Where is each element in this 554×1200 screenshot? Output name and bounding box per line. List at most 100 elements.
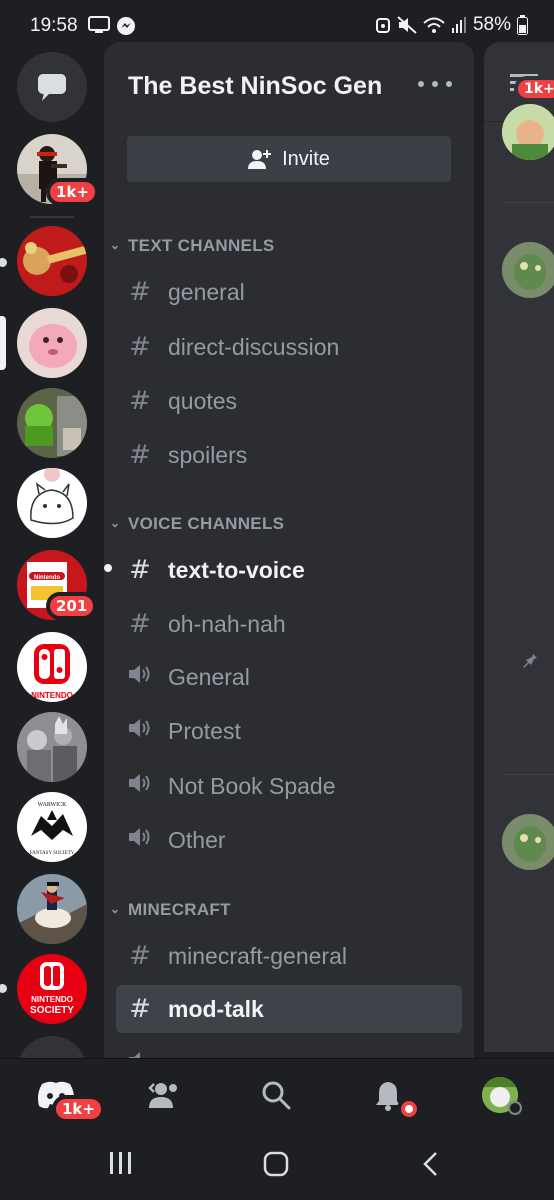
server-icon-napoleon[interactable]	[17, 874, 87, 944]
voice-channel-not-book-spade[interactable]: Not Book Spade	[116, 762, 462, 810]
dm-unread-badge: 1k+	[46, 178, 99, 206]
more-dot-icon	[432, 81, 438, 87]
more-dot-icon	[418, 81, 424, 87]
channel-direct-discussion[interactable]: # direct-discussion	[116, 323, 462, 371]
warwick-bottom-text: FANTASY SOCIETY	[30, 851, 75, 856]
server-menu-button[interactable]	[418, 72, 452, 96]
nav-search[interactable]	[254, 1073, 298, 1117]
selected-server-pill	[0, 316, 6, 370]
wifi-icon	[423, 17, 445, 33]
invite-button[interactable]: Invite	[127, 136, 451, 182]
channel-label: Protest	[168, 717, 241, 744]
channel-oh-nah-nah[interactable]: # oh-nah-nah	[116, 600, 462, 648]
server-unread-badge: 201	[46, 592, 98, 620]
chevron-down-icon: ⌄	[110, 238, 121, 252]
channel-label: direct-discussion	[168, 333, 340, 360]
channel-label: Other	[168, 826, 226, 853]
unread-indicator	[0, 984, 7, 993]
channel-label: quotes	[168, 387, 238, 414]
back-icon[interactable]	[420, 1150, 440, 1178]
channel-text-to-voice[interactable]: # text-to-voice	[116, 546, 462, 594]
server-icon-nintendo-society[interactable]: NINTENDO SOCIETY	[17, 954, 87, 1024]
message-avatar[interactable]	[502, 104, 554, 160]
server-icon-pink-blob[interactable]	[17, 308, 87, 378]
rail-divider	[30, 216, 74, 218]
notification-dot	[397, 1097, 421, 1121]
speaker-icon	[120, 662, 160, 692]
search-icon	[262, 1081, 291, 1110]
category-label: TEXT CHANNELS	[128, 236, 275, 255]
svg-text:NINTENDO: NINTENDO	[31, 995, 73, 1004]
friends-icon	[148, 1083, 177, 1108]
mute-icon	[397, 16, 417, 34]
status-indicator	[508, 1101, 522, 1115]
channel-label: Not Book Spade	[168, 772, 336, 799]
channel-general[interactable]: # general	[116, 268, 462, 316]
voice-channel-general[interactable]: General	[116, 653, 462, 701]
server-icon-red-turtle[interactable]	[17, 226, 87, 296]
category-label: VOICE CHANNELS	[128, 514, 285, 533]
category-minecraft[interactable]: ⌄ MINECRAFT	[110, 900, 231, 920]
channel-label: General	[168, 663, 250, 690]
channel-unread-indicator	[104, 564, 112, 572]
hash-icon: #	[129, 277, 151, 307]
channel-mod-talk[interactable]: # mod-talk	[116, 985, 462, 1033]
chat-bubble-icon	[38, 74, 66, 101]
hash-icon: #	[129, 440, 151, 470]
category-label: MINECRAFT	[128, 900, 231, 919]
battery-icon	[517, 15, 528, 35]
pin-icon[interactable]	[522, 650, 542, 670]
message-separator	[502, 202, 554, 203]
channel-quotes[interactable]: # quotes	[116, 377, 462, 425]
hash-icon: #	[129, 332, 151, 362]
home-icon[interactable]	[262, 1150, 290, 1178]
channel-label: minecraft-general	[168, 942, 347, 969]
invite-label: Invite	[282, 147, 330, 170]
recent-apps-icon[interactable]	[108, 1150, 134, 1176]
message-avatar[interactable]	[502, 814, 554, 870]
speaker-icon	[120, 771, 160, 801]
category-voice-channels[interactable]: ⌄ VOICE CHANNELS	[110, 514, 284, 534]
chevron-down-icon: ⌄	[110, 516, 121, 530]
hash-icon: #	[129, 994, 151, 1024]
server-rail: 1k+ Nintendo 201 NINTENDO WARWICK FANTASY…	[0, 52, 104, 1058]
hash-icon: #	[129, 555, 151, 585]
channel-partial-cut-off[interactable]	[116, 1040, 462, 1058]
server-icon-green-figure[interactable]	[17, 388, 87, 458]
chat-panel-peek[interactable]: 1k+	[484, 42, 554, 1052]
svg-text:Nintendo: Nintendo	[34, 575, 60, 581]
bottom-nav: 1k+	[0, 1058, 554, 1128]
voice-channel-protest[interactable]: Protest	[116, 707, 462, 755]
server-icon-crowd-photo[interactable]	[17, 712, 87, 782]
channel-spoilers[interactable]: # spoilers	[116, 431, 462, 479]
speaker-icon	[120, 1049, 160, 1058]
server-icon-nintendo-switch[interactable]: NINTENDO	[17, 632, 87, 702]
channel-label: general	[168, 278, 245, 305]
voice-channel-other[interactable]: Other	[116, 816, 462, 864]
svg-text:NINTENDO: NINTENDO	[31, 691, 73, 700]
server-icon-white-cat[interactable]	[17, 468, 87, 538]
category-text-channels[interactable]: ⌄ TEXT CHANNELS	[110, 236, 275, 256]
svg-text:SOCIETY: SOCIETY	[30, 1005, 74, 1016]
direct-messages-button[interactable]	[17, 52, 87, 122]
channel-label: spoilers	[168, 441, 248, 468]
server-icon-warwick-fantasy[interactable]: WARWICK FANTASY SOCIETY	[17, 792, 87, 862]
server-name[interactable]: The Best NinSoc Gen	[128, 72, 382, 101]
chevron-down-icon: ⌄	[110, 902, 121, 916]
add-user-icon	[248, 150, 272, 169]
messenger-icon	[117, 17, 135, 35]
nav-friends[interactable]	[142, 1073, 186, 1117]
signal-icon	[451, 17, 466, 33]
hash-icon: #	[129, 609, 151, 639]
server-icon-partial[interactable]	[17, 1036, 87, 1058]
channel-label: text-to-voice	[168, 556, 305, 583]
channel-label: oh-nah-nah	[168, 610, 286, 637]
alarm-icon	[375, 18, 390, 33]
speaker-icon	[120, 716, 160, 746]
message-separator	[502, 774, 554, 775]
nav-profile[interactable]	[478, 1073, 522, 1117]
message-avatar[interactable]	[502, 242, 554, 298]
channel-minecraft-general[interactable]: # minecraft-general	[116, 932, 462, 980]
hash-icon: #	[129, 941, 151, 971]
hash-icon: #	[129, 386, 151, 416]
